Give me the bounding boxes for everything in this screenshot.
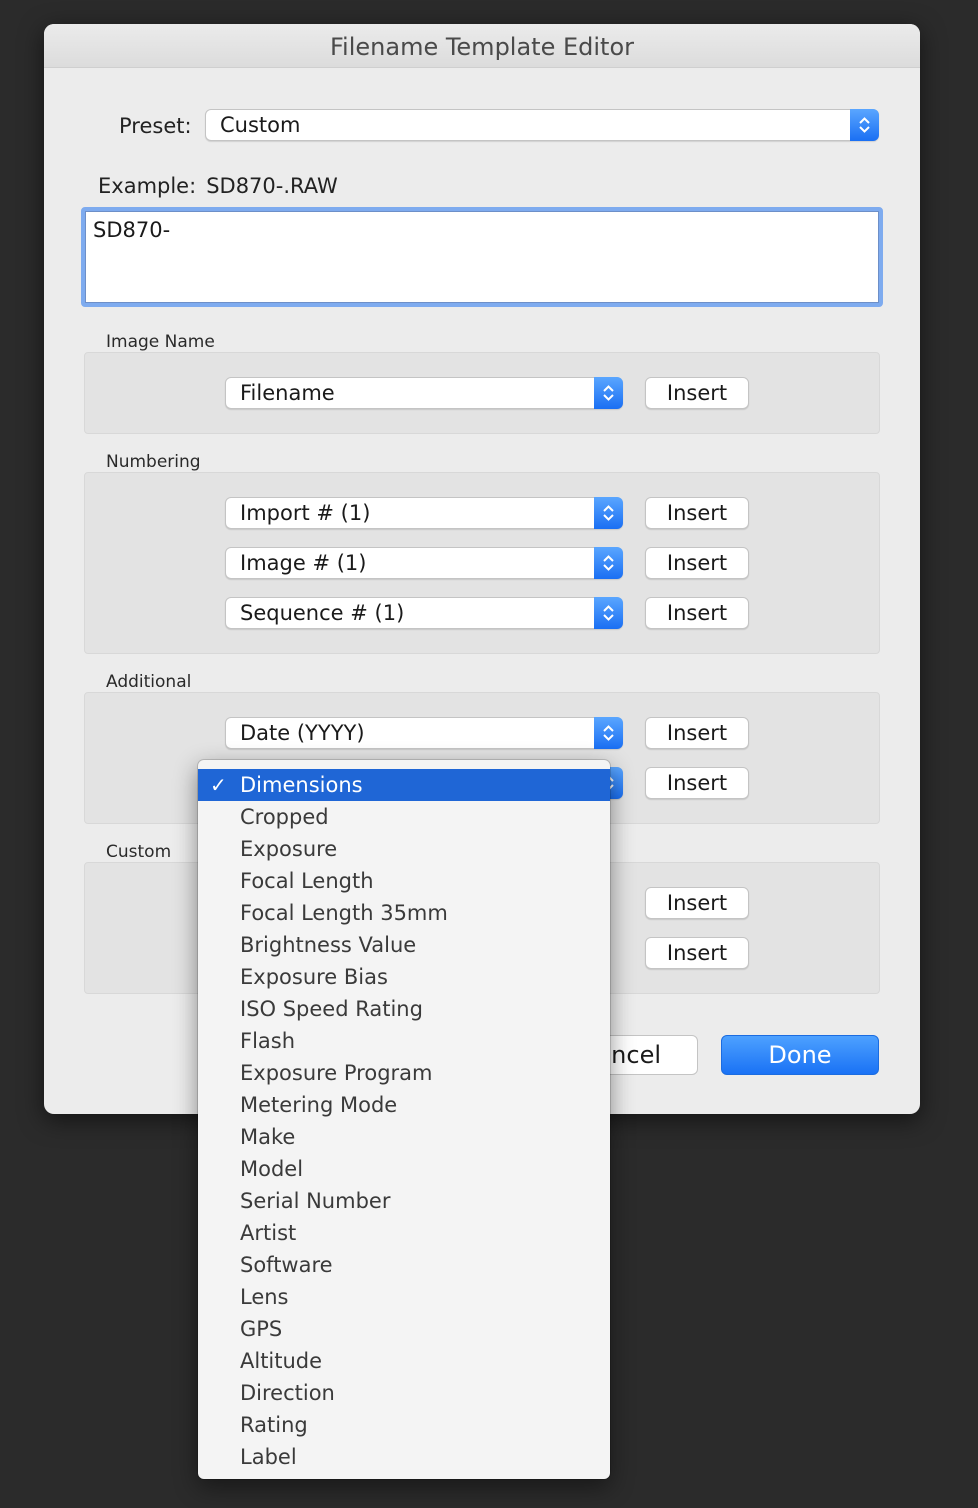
section-label-custom: Custom xyxy=(106,842,172,862)
date-value: Date (YYYY) xyxy=(240,721,365,745)
menu-item-focal-length-35mm[interactable]: Focal Length 35mm xyxy=(198,897,610,929)
menu-item-flash[interactable]: Flash xyxy=(198,1025,610,1057)
insert-shoot-name-button[interactable]: Insert xyxy=(645,937,749,969)
image-number-value: Image # (1) xyxy=(240,551,367,575)
insert-import-number-button[interactable]: Insert xyxy=(645,497,749,529)
chevron-updown-icon xyxy=(594,547,623,579)
template-text: SD870- xyxy=(93,218,171,242)
sequence-number-popup[interactable]: Sequence # (1) xyxy=(225,597,623,629)
done-button[interactable]: Done xyxy=(721,1035,879,1075)
menu-item-model[interactable]: Model xyxy=(198,1153,610,1185)
image-number-popup[interactable]: Image # (1) xyxy=(225,547,623,579)
sequence-number-value: Sequence # (1) xyxy=(240,601,405,625)
menu-item-direction[interactable]: Direction xyxy=(198,1377,610,1409)
insert-sequence-number-button[interactable]: Insert xyxy=(645,597,749,629)
section-label-image-name: Image Name xyxy=(106,332,215,352)
preset-value: Custom xyxy=(220,113,301,137)
chevron-updown-icon xyxy=(594,597,623,629)
menu-item-software[interactable]: Software xyxy=(198,1249,610,1281)
menu-item-iso-speed-rating[interactable]: ISO Speed Rating xyxy=(198,993,610,1025)
preset-label: Preset: xyxy=(119,114,192,138)
date-popup[interactable]: Date (YYYY) xyxy=(225,717,623,749)
example-value: SD870-.RAW xyxy=(206,174,338,198)
image-name-value: Filename xyxy=(240,381,335,405)
chevron-updown-icon xyxy=(594,717,623,749)
import-number-value: Import # (1) xyxy=(240,501,371,525)
example-label: Example: xyxy=(98,174,197,198)
menu-item-serial-number[interactable]: Serial Number xyxy=(198,1185,610,1217)
menu-item-altitude[interactable]: Altitude xyxy=(198,1345,610,1377)
menu-item-label[interactable]: Label xyxy=(198,1441,610,1473)
insert-image-name-button[interactable]: Insert xyxy=(645,377,749,409)
import-number-popup[interactable]: Import # (1) xyxy=(225,497,623,529)
insert-image-number-button[interactable]: Insert xyxy=(645,547,749,579)
template-text-field[interactable]: SD870- xyxy=(81,207,883,307)
insert-metadata-button[interactable]: Insert xyxy=(645,767,749,799)
menu-item-rating[interactable]: Rating xyxy=(198,1409,610,1441)
menu-item-lens[interactable]: Lens xyxy=(198,1281,610,1313)
menu-item-make[interactable]: Make xyxy=(198,1121,610,1153)
menu-item-brightness-value[interactable]: Brightness Value xyxy=(198,929,610,961)
insert-custom-text-button[interactable]: Insert xyxy=(645,887,749,919)
section-label-numbering: Numbering xyxy=(106,452,201,472)
chevron-updown-icon xyxy=(594,377,623,409)
image-name-popup[interactable]: Filename xyxy=(225,377,623,409)
section-label-additional: Additional xyxy=(106,672,192,692)
metadata-dropdown-menu: ✓ Dimensions Cropped Exposure Focal Lengt… xyxy=(198,760,610,1479)
preset-popup[interactable]: Custom xyxy=(205,109,879,141)
insert-date-button[interactable]: Insert xyxy=(645,717,749,749)
menu-item-exposure-bias[interactable]: Exposure Bias xyxy=(198,961,610,993)
menu-item-dimensions[interactable]: ✓ Dimensions xyxy=(198,769,610,801)
menu-item-metering-mode[interactable]: Metering Mode xyxy=(198,1089,610,1121)
example-preview: Example: SD870-.RAW xyxy=(98,174,338,198)
menu-item-exposure[interactable]: Exposure xyxy=(198,833,610,865)
checkmark-icon: ✓ xyxy=(210,773,227,797)
menu-item-cropped[interactable]: Cropped xyxy=(198,801,610,833)
window-title: Filename Template Editor xyxy=(44,24,920,68)
menu-item-gps[interactable]: GPS xyxy=(198,1313,610,1345)
menu-item-focal-length[interactable]: Focal Length xyxy=(198,865,610,897)
menu-item-artist[interactable]: Artist xyxy=(198,1217,610,1249)
chevron-updown-icon xyxy=(594,497,623,529)
chevron-updown-icon xyxy=(850,109,879,141)
menu-item-exposure-program[interactable]: Exposure Program xyxy=(198,1057,610,1089)
